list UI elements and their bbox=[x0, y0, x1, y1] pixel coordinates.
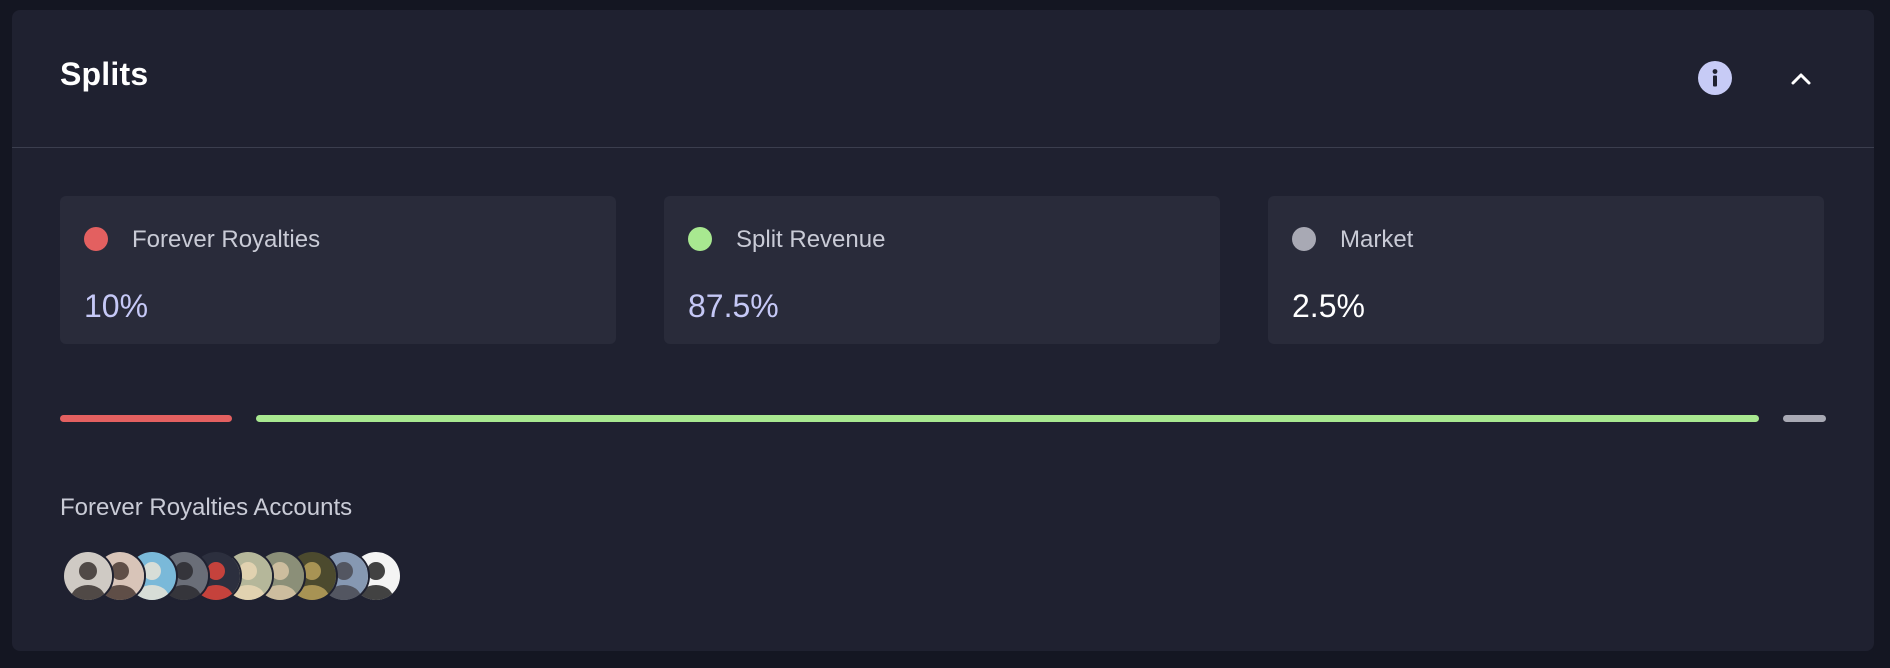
accounts-avatar-stack bbox=[62, 550, 422, 602]
accounts-label: Forever Royalties Accounts bbox=[60, 494, 353, 521]
split-revenue-color-dot bbox=[688, 227, 712, 251]
bar-split-revenue bbox=[256, 415, 1759, 422]
split-card-label: Forever Royalties bbox=[132, 226, 321, 253]
chevron-up-icon[interactable] bbox=[1784, 62, 1818, 96]
panel-title: Splits bbox=[60, 56, 149, 92]
split-card-label: Split Revenue bbox=[736, 226, 886, 253]
bar-forever-royalties bbox=[60, 415, 232, 422]
splits-panel: Splits Forever Royalties 10% Split Reven… bbox=[12, 10, 1874, 651]
panel-header: Splits bbox=[12, 10, 1874, 148]
account-avatar[interactable] bbox=[62, 550, 114, 602]
split-card-value: 2.5% bbox=[1292, 288, 1365, 324]
market-color-dot bbox=[1292, 227, 1316, 251]
split-distribution-bar bbox=[60, 415, 1826, 422]
split-card-forever-royalties: Forever Royalties 10% bbox=[60, 196, 616, 344]
split-card-label: Market bbox=[1340, 226, 1414, 253]
info-icon[interactable] bbox=[1698, 61, 1732, 95]
split-card-value: 10% bbox=[84, 288, 149, 324]
split-card-split-revenue: Split Revenue 87.5% bbox=[664, 196, 1220, 344]
bar-market bbox=[1783, 415, 1826, 422]
split-card-market: Market 2.5% bbox=[1268, 196, 1824, 344]
split-cards: Forever Royalties 10% Split Revenue 87.5… bbox=[60, 196, 1824, 344]
split-card-value: 87.5% bbox=[688, 288, 779, 324]
forever-royalties-color-dot bbox=[84, 227, 108, 251]
